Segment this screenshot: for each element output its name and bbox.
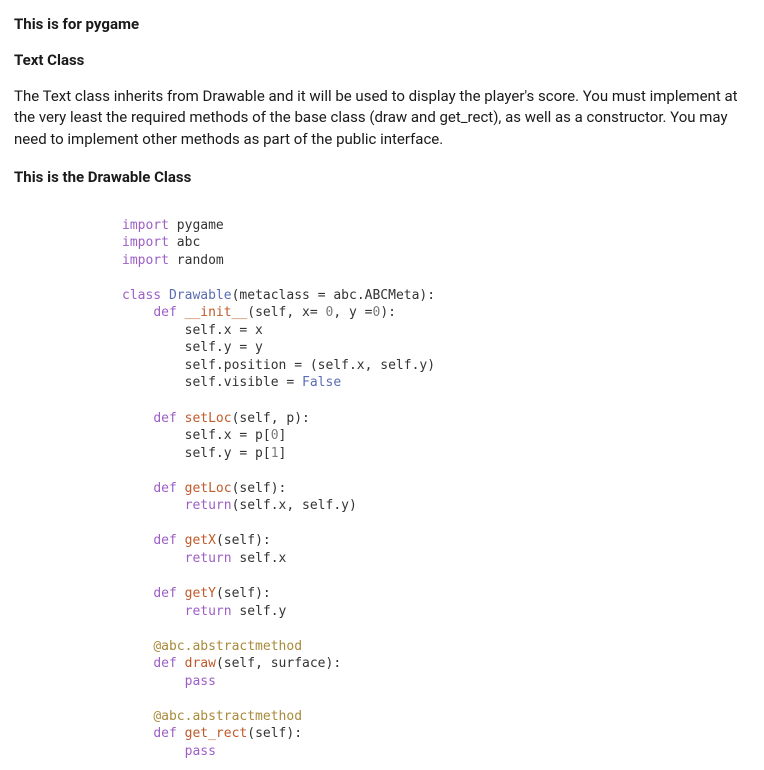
heading-text-class: Text Class (14, 50, 750, 72)
heading-pygame: This is for pygame (14, 14, 750, 36)
heading-drawable-class: This is the Drawable Class (14, 167, 750, 189)
description-paragraph: The Text class inherits from Drawable an… (14, 86, 750, 151)
code-block: import pygame import abc import random c… (122, 217, 750, 761)
code-content: import pygame import abc import random c… (122, 217, 750, 761)
